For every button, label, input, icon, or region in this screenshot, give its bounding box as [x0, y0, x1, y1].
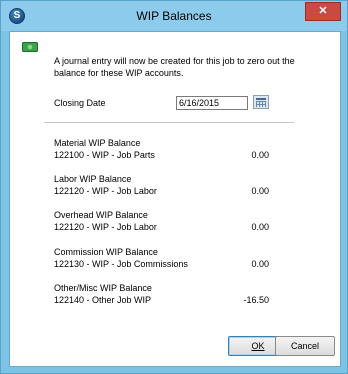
title-bar[interactable]: S WIP Balances ✕ [1, 1, 347, 31]
overhead-wip-section: Overhead WIP Balance 122120 - WIP - Job … [54, 209, 269, 233]
account-name: 122100 - WIP - Job Parts [54, 150, 155, 160]
account-name: 122140 - Other Job WIP [54, 295, 152, 305]
closing-date-input[interactable] [176, 96, 248, 110]
section-heading: Material WIP Balance [54, 138, 141, 148]
balance-amount: -16.50 [243, 295, 269, 305]
divider [44, 122, 294, 123]
commission-wip-section: Commission WIP Balance 122130 - WIP - Jo… [54, 246, 269, 270]
other-misc-wip-section: Other/Misc WIP Balance 122140 - Other Jo… [54, 282, 269, 306]
balance-amount: 0.00 [251, 150, 269, 160]
window-title: WIP Balances [136, 9, 212, 23]
balance-amount: 0.00 [251, 259, 269, 269]
dialog-body: A journal entry will now be created for … [9, 31, 341, 367]
ok-button-label: OK [251, 341, 265, 351]
cancel-button[interactable]: Cancel [275, 336, 335, 356]
balance-amount: 0.00 [251, 222, 269, 232]
dialog-window: S WIP Balances ✕ A journal entry will no… [0, 0, 348, 374]
close-button[interactable]: ✕ [305, 2, 341, 21]
section-heading: Commission WIP Balance [54, 247, 158, 257]
account-name: 122120 - WIP - Job Labor [54, 222, 157, 232]
account-name: 122130 - WIP - Job Commissions [54, 259, 188, 269]
section-heading: Labor WIP Balance [54, 174, 132, 184]
balance-amount: 0.00 [251, 186, 269, 196]
money-icon [22, 42, 38, 52]
intro-message: A journal entry will now be created for … [54, 56, 295, 78]
section-heading: Overhead WIP Balance [54, 210, 148, 220]
account-name: 122120 - WIP - Job Labor [54, 186, 157, 196]
material-wip-section: Material WIP Balance 122100 - WIP - Job … [54, 137, 269, 161]
closing-date-label: Closing Date [54, 98, 106, 108]
calendar-icon[interactable] [253, 95, 269, 109]
section-heading: Other/Misc WIP Balance [54, 283, 152, 293]
labor-wip-section: Labor WIP Balance 122120 - WIP - Job Lab… [54, 173, 269, 197]
